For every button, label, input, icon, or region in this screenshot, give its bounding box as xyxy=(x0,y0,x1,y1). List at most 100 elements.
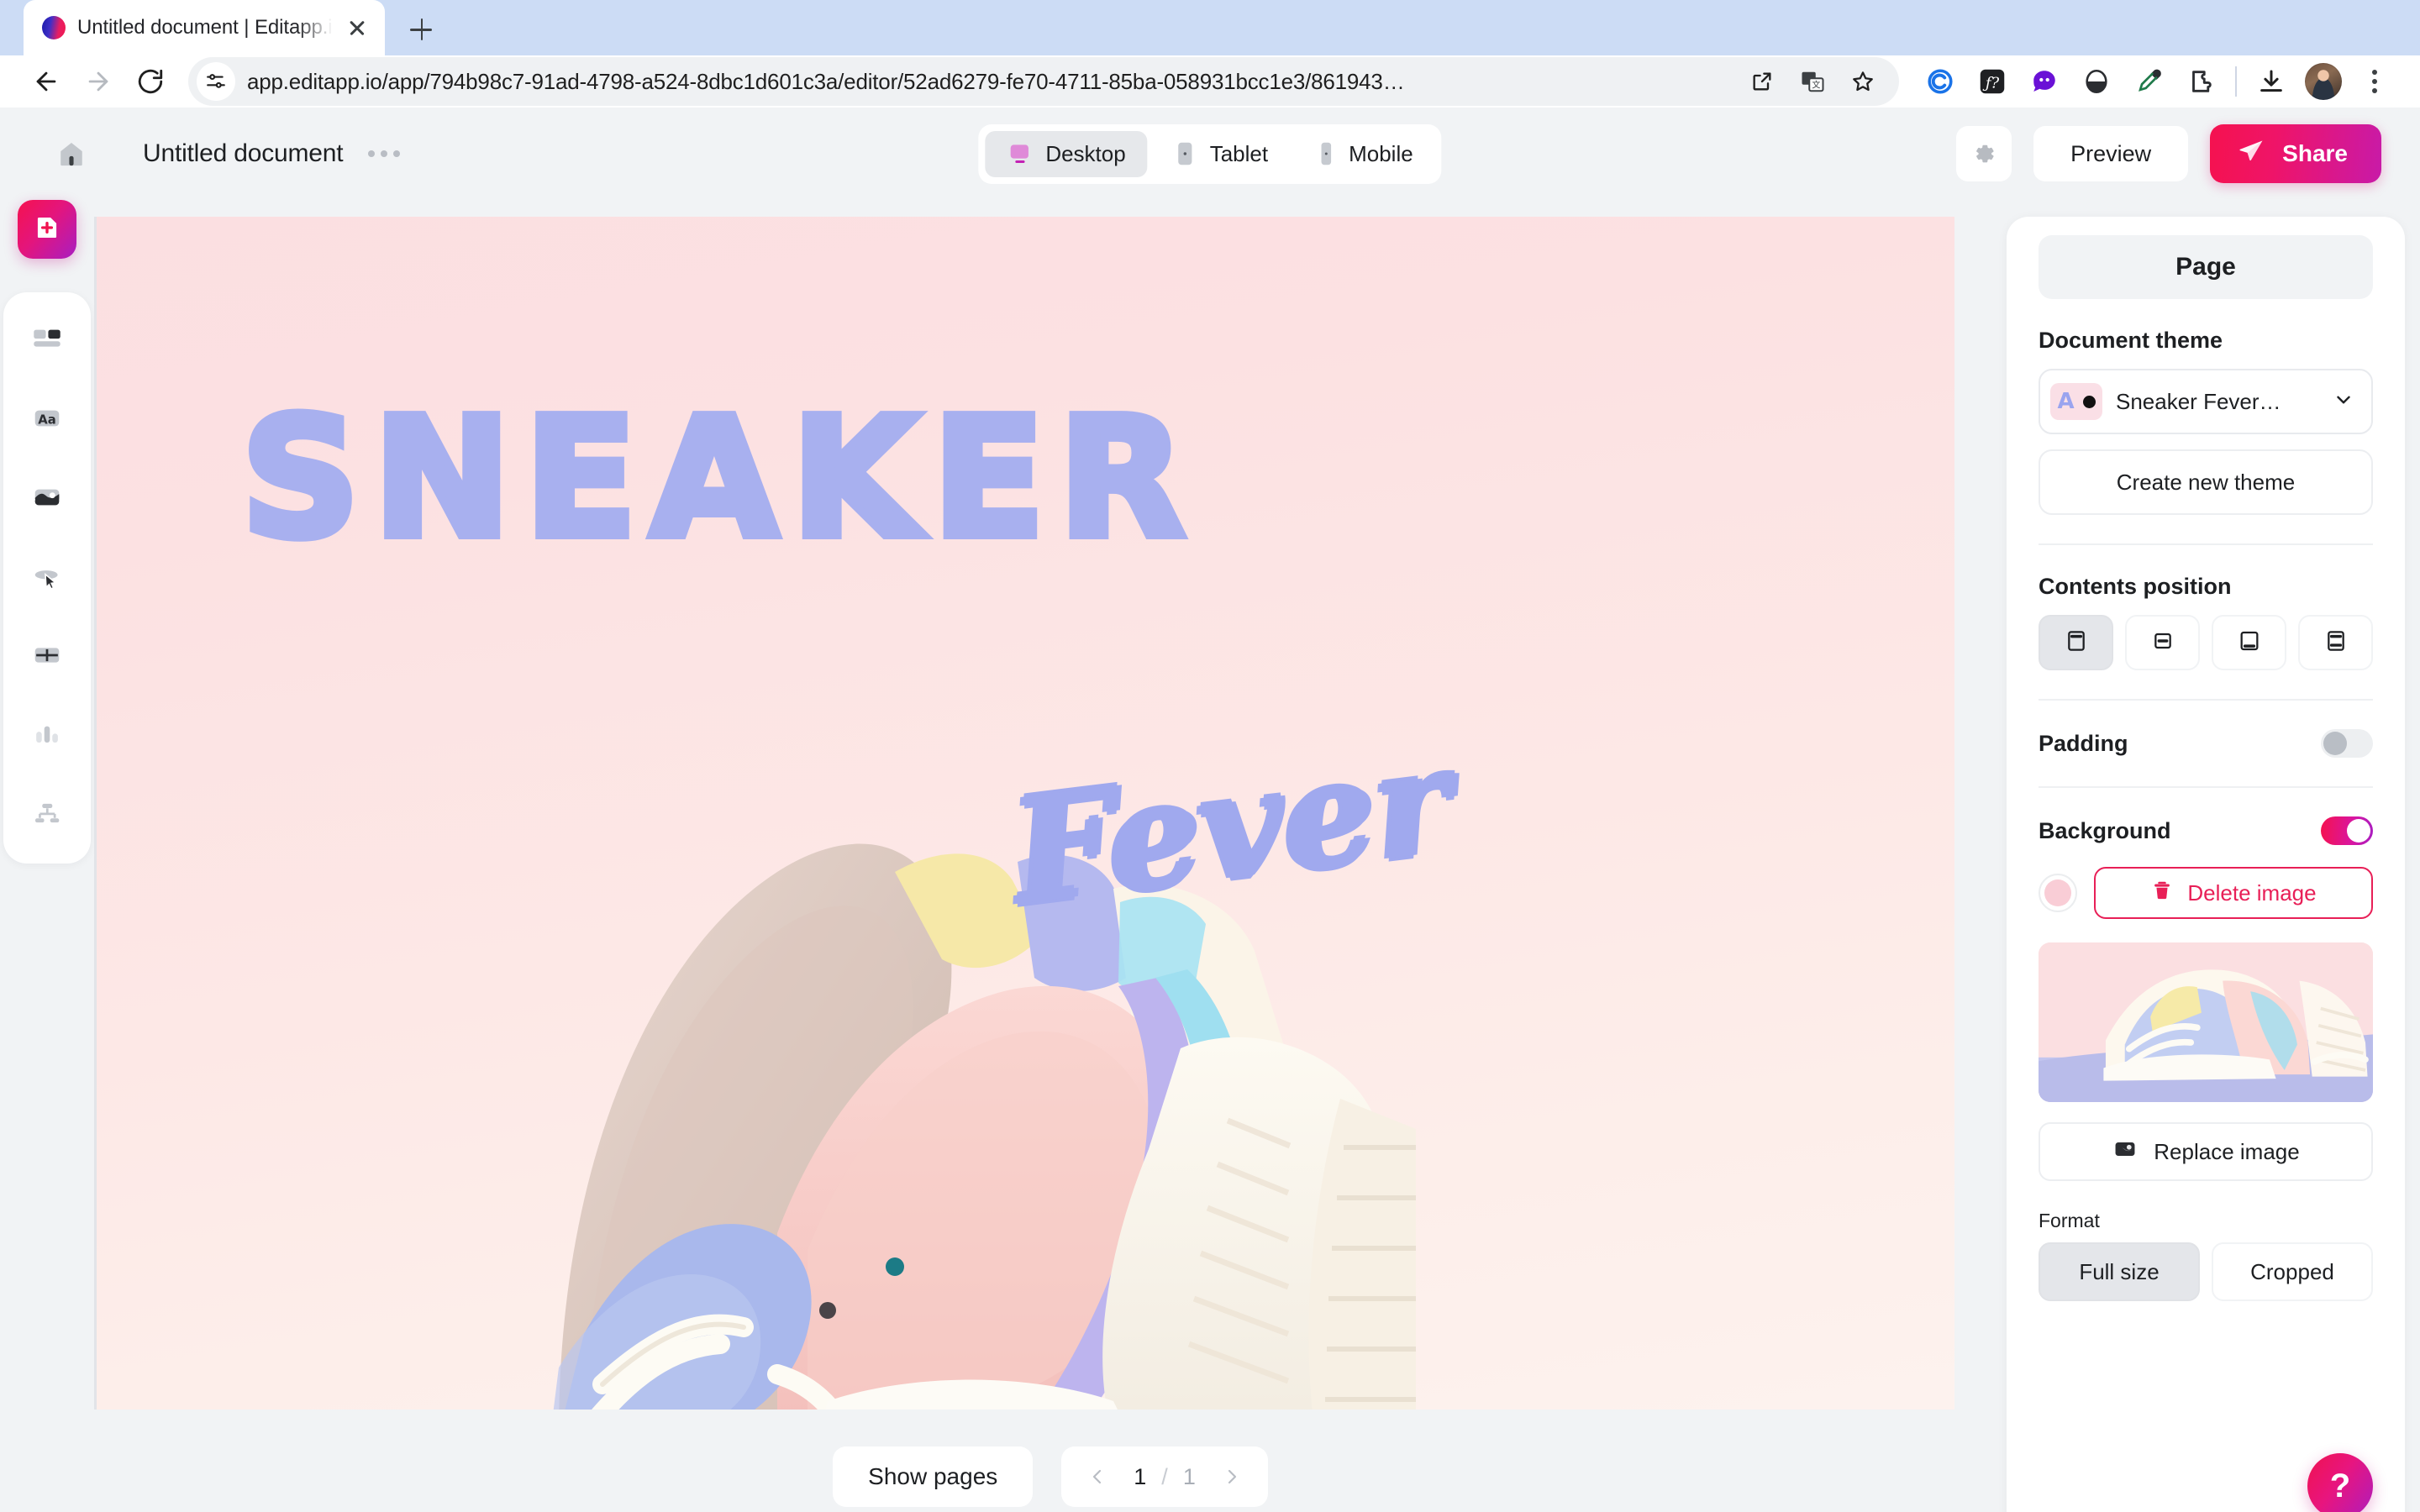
purple-bot-icon[interactable] xyxy=(2018,55,2070,108)
translate-icon[interactable]: 文 xyxy=(1793,62,1832,101)
star-icon[interactable] xyxy=(1844,62,1882,101)
download-icon[interactable] xyxy=(2245,55,2297,108)
divider xyxy=(2039,543,2373,545)
background-row: Background xyxy=(2039,816,2373,845)
device-label: Tablet xyxy=(1209,140,1269,166)
tool-button[interactable] xyxy=(17,548,77,608)
bottom-bar: Show pages 1 / 1 xyxy=(94,1410,2007,1512)
image-icon xyxy=(30,480,64,518)
svg-text:Aa: Aa xyxy=(38,412,56,427)
document-canvas[interactable]: SNEAKER Fever xyxy=(94,217,1954,1410)
home-icon[interactable] xyxy=(47,129,96,178)
tab-tablet[interactable]: Tablet xyxy=(1153,131,1290,177)
puzzle-extension-icon[interactable] xyxy=(2175,55,2227,108)
properties-panel: Page Document theme A Sneaker Fever… Cre… xyxy=(2007,217,2405,1512)
app-header: Untitled document Desktop Tablet Mobile … xyxy=(0,108,2420,200)
half-circle-icon[interactable] xyxy=(2070,55,2123,108)
align-bottom-button[interactable] xyxy=(2212,615,2286,670)
avatar xyxy=(2305,63,2342,100)
flowchart-icon xyxy=(30,796,64,834)
extensions-strip: ƒ? xyxy=(1914,55,2400,108)
add-page-icon xyxy=(31,212,63,248)
page-total: 1 xyxy=(1182,1463,1196,1489)
tool-image[interactable] xyxy=(17,469,77,529)
tool-chart[interactable] xyxy=(17,706,77,766)
chevron-down-icon[interactable] xyxy=(2333,389,2354,415)
theme-select[interactable]: A Sneaker Fever… xyxy=(2039,369,2373,434)
panel-content: Document theme A Sneaker Fever… Create n… xyxy=(2039,299,2373,1512)
eyedropper-icon[interactable] xyxy=(2123,55,2175,108)
delete-image-label: Delete image xyxy=(2187,879,2317,906)
url-text: app.editapp.io/app/794b98c7-91ad-4798-a5… xyxy=(247,68,1405,94)
share-label: Share xyxy=(2282,140,2348,166)
device-switcher: Desktop Tablet Mobile xyxy=(978,123,1442,184)
canvas-area: SNEAKER Fever Show pages 1 / 1 xyxy=(94,200,2007,1512)
kebab-menu-icon[interactable] xyxy=(2349,55,2400,108)
layout-blocks-icon xyxy=(30,323,64,360)
chevron-right-icon[interactable] xyxy=(1211,1456,1253,1498)
share-button[interactable]: Share xyxy=(2210,124,2381,183)
new-tab-button[interactable] xyxy=(395,3,447,55)
align-split-icon xyxy=(2323,627,2349,659)
divider xyxy=(2039,786,2373,788)
align-split-button[interactable] xyxy=(2298,615,2373,670)
c-circle-icon[interactable] xyxy=(1914,55,1966,108)
padding-label: Padding xyxy=(2039,730,2128,756)
document-theme-label: Document theme xyxy=(2039,328,2223,353)
replace-image-button[interactable]: Replace image xyxy=(2039,1122,2373,1181)
page-current[interactable]: 1 xyxy=(1127,1464,1153,1490)
mobile-icon xyxy=(1317,141,1335,166)
delete-image-button[interactable]: Delete image xyxy=(2094,867,2373,919)
device-label: Mobile xyxy=(1349,140,1413,166)
browser-window: Untitled document | Editapp.io app.edita… xyxy=(0,0,2420,1512)
fx-question-icon[interactable]: ƒ? xyxy=(1966,55,2018,108)
page-title[interactable]: Untitled document xyxy=(143,139,344,168)
forward-arrow-icon xyxy=(72,55,124,108)
format-cropped-button[interactable]: Cropped xyxy=(2212,1242,2373,1301)
theme-swatch-dot xyxy=(2082,395,2096,408)
page-separator: / xyxy=(1161,1463,1168,1489)
create-new-theme-button[interactable]: Create new theme xyxy=(2039,449,2373,515)
tool-divider[interactable] xyxy=(17,627,77,687)
align-center-button[interactable] xyxy=(2125,615,2200,670)
format-label: Format xyxy=(2039,1210,2100,1231)
align-top-button[interactable] xyxy=(2039,615,2113,670)
background-label: Background xyxy=(2039,817,2171,843)
tool-text[interactable]: Aa xyxy=(17,390,77,450)
padding-toggle[interactable] xyxy=(2321,729,2373,758)
profile-avatar[interactable] xyxy=(2297,55,2349,108)
text-aa-icon: Aa xyxy=(30,402,64,439)
format-full-size-button[interactable]: Full size xyxy=(2039,1242,2200,1301)
tune-sliders-icon[interactable] xyxy=(197,62,235,101)
align-bottom-icon xyxy=(2236,627,2263,659)
address-bar[interactable]: app.editapp.io/app/794b98c7-91ad-4798-a5… xyxy=(188,57,1899,106)
help-button[interactable]: ? xyxy=(2307,1453,2373,1512)
panel-header: Page xyxy=(2039,235,2373,299)
svg-text:ƒ?: ƒ? xyxy=(1982,75,2000,92)
open-in-new-icon[interactable] xyxy=(1743,62,1781,101)
back-arrow-icon[interactable] xyxy=(20,55,72,108)
show-pages-button[interactable]: Show pages xyxy=(833,1446,1034,1507)
device-label: Desktop xyxy=(1045,140,1126,166)
browser-tab[interactable]: Untitled document | Editapp.io xyxy=(24,0,385,55)
background-image-thumbnail[interactable] xyxy=(2039,942,2373,1102)
tool-layout[interactable] xyxy=(17,311,77,371)
preview-button[interactable]: Preview xyxy=(2033,126,2189,181)
contents-position-group xyxy=(2039,615,2373,670)
editapp-logo-icon xyxy=(42,16,66,39)
background-toggle[interactable] xyxy=(2321,816,2373,845)
reload-icon[interactable] xyxy=(124,55,176,108)
send-paperplane-icon xyxy=(2237,137,2265,171)
ellipsis-icon[interactable] xyxy=(368,150,401,157)
close-icon[interactable] xyxy=(345,15,370,40)
gear-icon[interactable] xyxy=(1956,126,2012,181)
canvas-headline[interactable]: SNEAKER xyxy=(237,392,1754,565)
background-artwork xyxy=(307,511,1416,1410)
tab-desktop[interactable]: Desktop xyxy=(985,130,1148,177)
chevron-left-icon[interactable] xyxy=(1076,1456,1118,1498)
app-body: Aa SNEAKER Fever Show pages 1 / 1 Page D… xyxy=(0,200,2420,1512)
tool-diagram[interactable] xyxy=(17,785,77,845)
add-page-button[interactable] xyxy=(18,200,76,259)
tab-mobile[interactable]: Mobile xyxy=(1295,131,1435,177)
background-color-swatch[interactable] xyxy=(2039,874,2077,912)
